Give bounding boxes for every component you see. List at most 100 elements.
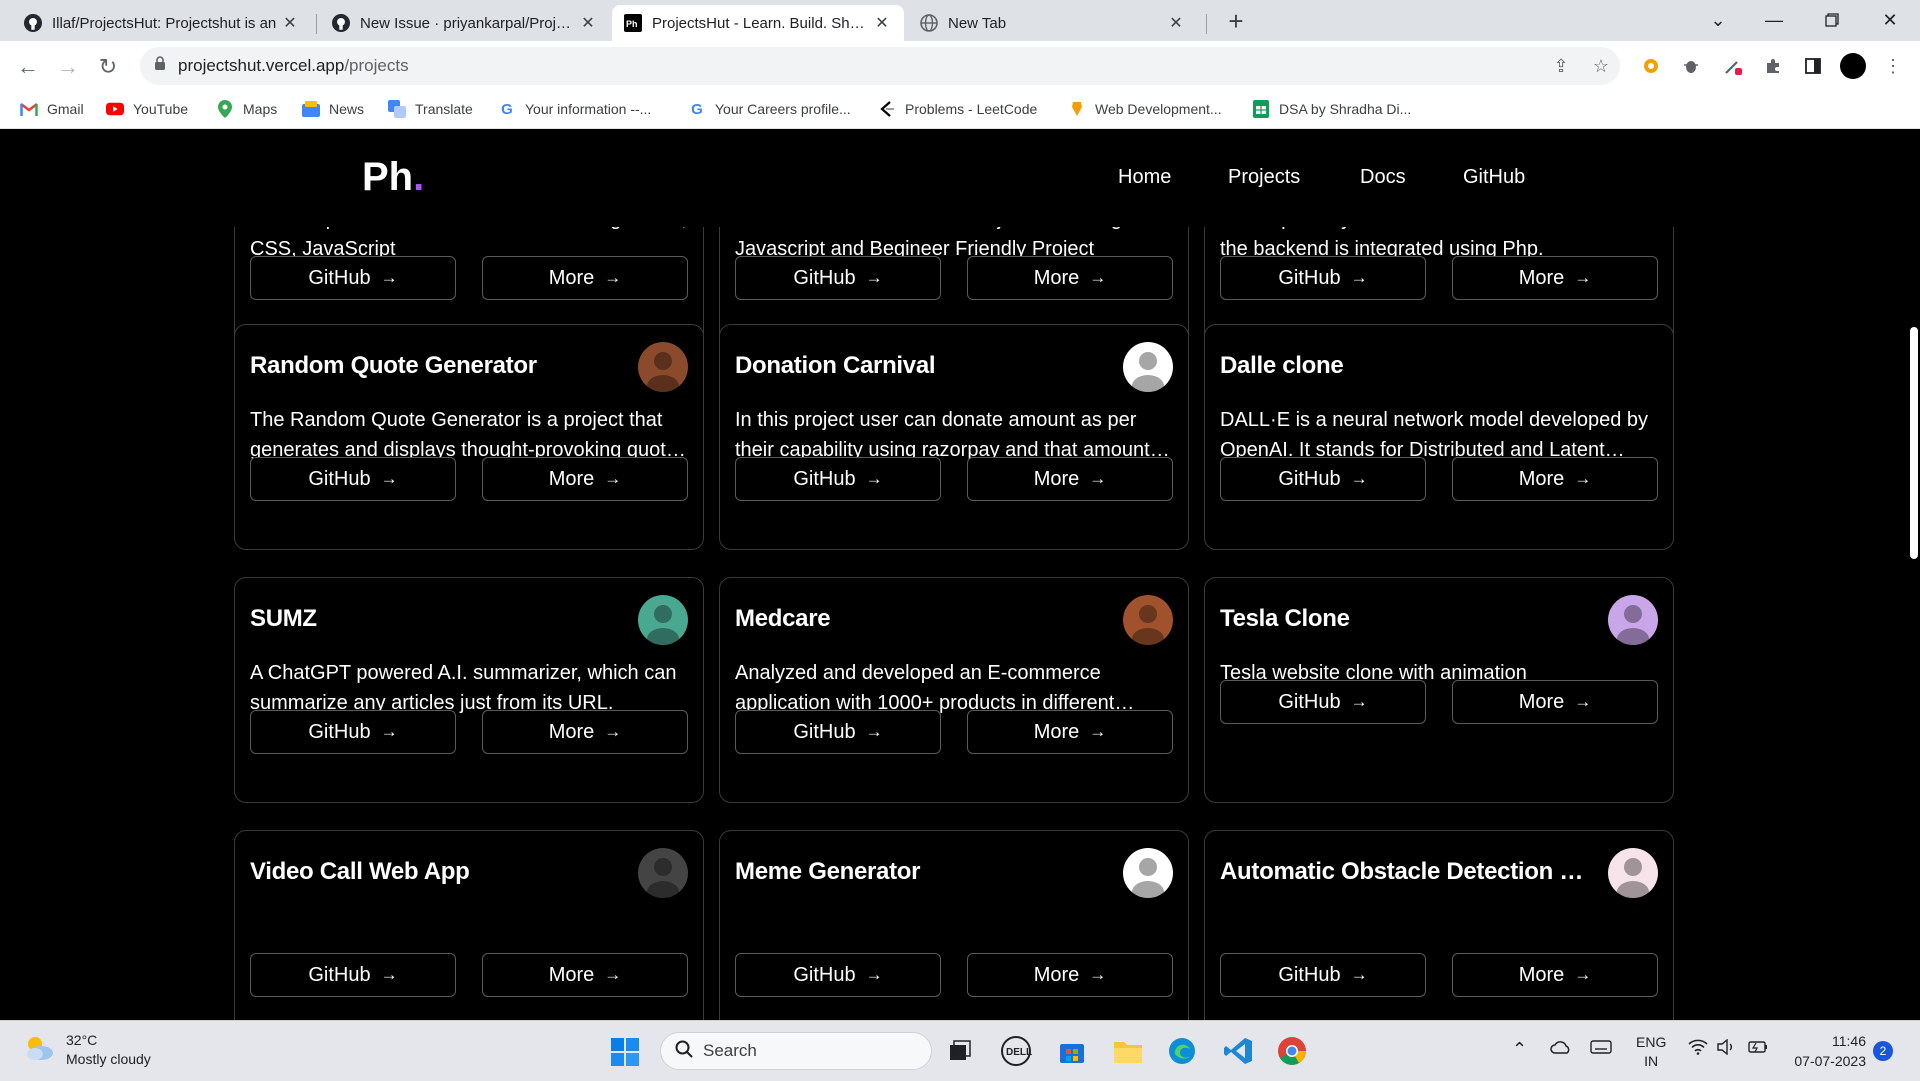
github-button[interactable]: GitHub → [735, 710, 941, 754]
close-tab-icon[interactable]: ✕ [872, 13, 892, 33]
tab-search-chevron-icon[interactable]: ⌄ [1696, 6, 1740, 34]
more-button[interactable]: More → [482, 710, 688, 754]
bookmark-gmail[interactable]: Gmail [20, 97, 84, 121]
show-hidden-icons-chevron[interactable]: ⌃ [1512, 1039, 1527, 1060]
vscode-icon[interactable] [1220, 1033, 1256, 1069]
close-window-button[interactable]: ✕ [1868, 6, 1912, 34]
github-button[interactable]: GitHub → [735, 256, 941, 300]
github-button[interactable]: GitHub → [1220, 680, 1426, 724]
bookmark-youtube[interactable]: YouTube [106, 97, 188, 121]
bookmark-web-development[interactable]: Web Development... [1068, 97, 1222, 121]
author-avatar[interactable] [638, 342, 688, 392]
dell-icon[interactable]: DELL [998, 1033, 1034, 1069]
author-avatar[interactable] [1123, 342, 1173, 392]
more-button[interactable]: More → [1452, 256, 1658, 300]
close-tab-icon[interactable]: ✕ [1166, 13, 1186, 33]
arrow-right-icon: → [865, 722, 883, 741]
system-clock[interactable]: 11:46 07-07-2023 [1786, 1031, 1866, 1071]
github-button[interactable]: GitHub → [1220, 256, 1426, 300]
extensions-puzzle-icon[interactable] [1760, 53, 1786, 79]
language-indicator[interactable]: ENG IN [1636, 1033, 1666, 1071]
more-button[interactable]: More → [482, 953, 688, 997]
more-button[interactable]: More → [1452, 953, 1658, 997]
tab-projectshut-active[interactable]: Ph ProjectsHut - Learn. Build. Share. ✕ [612, 5, 904, 41]
more-button[interactable]: More → [967, 256, 1173, 300]
edge-browser-icon[interactable] [1164, 1033, 1200, 1069]
arrow-right-icon: → [604, 965, 622, 984]
onedrive-cloud-icon[interactable] [1550, 1039, 1572, 1058]
project-title: Tesla Clone [1220, 605, 1350, 632]
nav-docs-link[interactable]: Docs [1360, 166, 1406, 189]
keyboard-icon[interactable] [1590, 1039, 1612, 1058]
forward-icon[interactable]: → [54, 53, 82, 81]
taskbar-search[interactable]: Search [660, 1032, 932, 1070]
notification-badge[interactable]: 2 [1873, 1041, 1893, 1061]
windows-start-icon[interactable] [610, 1037, 640, 1072]
project-title: Medcare [735, 605, 831, 632]
bookmark-maps[interactable]: Maps [216, 97, 277, 121]
weather-widget[interactable]: 32°C Mostly cloudy [22, 1031, 151, 1069]
tab-projectshut-repo[interactable]: Illaf/ProjectsHut: Projectshut is an ✕ [12, 5, 312, 41]
github-button[interactable]: GitHub → [250, 256, 456, 300]
task-view-icon[interactable] [942, 1033, 978, 1069]
profile-avatar-icon[interactable] [1840, 53, 1866, 79]
bookmark-your-information[interactable]: G Your information --... [498, 97, 651, 121]
more-button[interactable]: More → [967, 710, 1173, 754]
back-icon[interactable]: ← [14, 53, 42, 81]
microsoft-store-icon[interactable] [1054, 1033, 1090, 1069]
file-explorer-icon[interactable] [1110, 1033, 1146, 1069]
bookmark-dsa[interactable]: DSA by Shradha Di... [1252, 97, 1411, 121]
nav-projects-link[interactable]: Projects [1228, 166, 1300, 189]
close-tab-icon[interactable]: ✕ [578, 13, 598, 33]
minimize-button[interactable]: — [1752, 6, 1796, 34]
tab-new-issue[interactable]: New Issue · priyankarpal/ProjectsHut ✕ [320, 5, 610, 41]
author-avatar[interactable] [1123, 848, 1173, 898]
bug-extension-icon[interactable] [1678, 53, 1704, 79]
bookmark-careers-profile[interactable]: G Your Careers profile... [688, 97, 851, 121]
address-bar[interactable]: projectshut.vercel.app/projects [140, 47, 1620, 85]
chrome-icon[interactable] [1274, 1033, 1310, 1069]
author-avatar[interactable] [1608, 342, 1658, 392]
tab-new-tab[interactable]: New Tab ✕ [908, 5, 1198, 41]
menu-kebab-icon[interactable]: ⋮ [1880, 53, 1906, 79]
more-button[interactable]: More → [967, 457, 1173, 501]
github-button[interactable]: GitHub → [1220, 953, 1426, 997]
more-button[interactable]: More → [1452, 457, 1658, 501]
author-avatar[interactable] [1123, 595, 1173, 645]
bookmark-translate[interactable]: Translate [388, 97, 473, 121]
more-button[interactable]: More → [482, 256, 688, 300]
author-avatar[interactable] [1608, 595, 1658, 645]
more-button[interactable]: More → [1452, 680, 1658, 724]
page-scrollbar[interactable] [1908, 227, 1920, 1020]
author-avatar[interactable] [638, 848, 688, 898]
battery-icon[interactable] [1746, 1039, 1768, 1058]
github-button[interactable]: GitHub → [250, 710, 456, 754]
bookmark-leetcode[interactable]: Problems - LeetCode [878, 97, 1037, 121]
reload-icon[interactable]: ↻ [94, 53, 122, 81]
github-button[interactable]: GitHub → [1220, 457, 1426, 501]
nav-github-link[interactable]: GitHub [1463, 166, 1525, 189]
wifi-icon[interactable] [1688, 1039, 1708, 1058]
nav-home-link[interactable]: Home [1118, 166, 1171, 189]
share-icon[interactable]: ⇪ [1548, 53, 1574, 79]
author-avatar[interactable] [638, 595, 688, 645]
extension-orange-icon[interactable] [1638, 53, 1664, 79]
github-button[interactable]: GitHub → [735, 457, 941, 501]
bookmark-star-icon[interactable]: ☆ [1588, 53, 1614, 79]
close-tab-icon[interactable]: ✕ [280, 13, 300, 33]
side-panel-icon[interactable] [1800, 53, 1826, 79]
bookmark-news[interactable]: News [302, 97, 364, 121]
author-avatar[interactable] [1608, 848, 1658, 898]
github-button[interactable]: GitHub → [250, 457, 456, 501]
eyedropper-extension-icon[interactable] [1720, 53, 1746, 79]
more-button[interactable]: More → [482, 457, 688, 501]
scrollbar-thumb[interactable] [1910, 327, 1918, 559]
arrow-right-icon: → [1089, 722, 1107, 741]
site-logo[interactable]: Ph. [362, 155, 424, 200]
more-button[interactable]: More → [967, 953, 1173, 997]
new-tab-button[interactable]: + [1222, 8, 1250, 36]
volume-icon[interactable] [1716, 1038, 1736, 1058]
maximize-button[interactable] [1810, 6, 1854, 34]
github-button[interactable]: GitHub → [735, 953, 941, 997]
github-button[interactable]: GitHub → [250, 953, 456, 997]
